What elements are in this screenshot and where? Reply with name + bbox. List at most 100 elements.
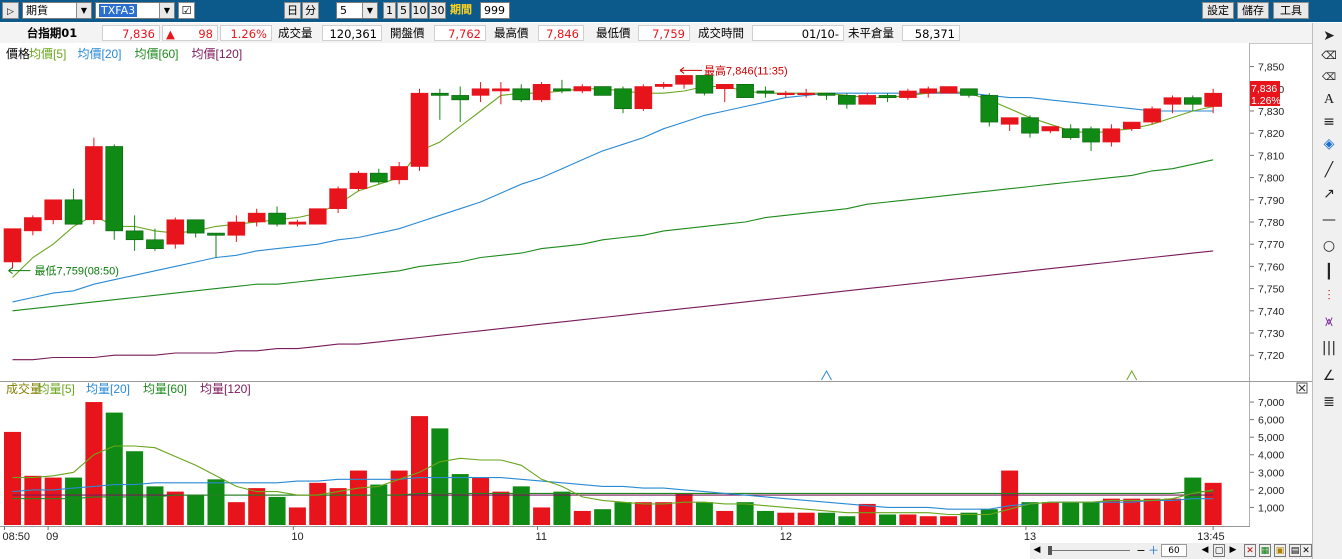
confirm-checkbox[interactable]: ☑ — [178, 2, 195, 19]
chevron-down-icon[interactable]: ▼ — [362, 3, 377, 18]
interval-select[interactable]: 5 ▼ — [336, 2, 378, 19]
last-page-icon[interactable]: ▶ — [1227, 544, 1239, 557]
volume-bar — [940, 516, 958, 525]
vertical-line-icon[interactable]: ┃ — [1317, 261, 1341, 283]
day-button[interactable]: 日 — [284, 2, 301, 19]
price-tick-label: 7,780 — [1258, 217, 1284, 229]
candle-body — [532, 84, 551, 101]
candle-body — [1102, 128, 1121, 143]
volume-bar — [655, 502, 673, 525]
close-volume-panel-button[interactable] — [1296, 382, 1308, 394]
minute-button[interactable]: 分 — [302, 2, 319, 19]
volume-legend-item: 均量[120] — [200, 382, 251, 396]
first-page-icon[interactable]: ◀ — [1199, 544, 1211, 557]
interval-30-button[interactable]: 30 — [429, 2, 446, 19]
price-tick-label: 7,730 — [1258, 328, 1284, 340]
cancel-icon[interactable]: ✕ — [1244, 544, 1256, 557]
zoom-in-icon[interactable]: ＋ — [1148, 544, 1159, 557]
market-select[interactable]: 期貨 ▼ — [22, 2, 92, 19]
pointer-icon[interactable]: ➤ — [1317, 25, 1341, 47]
volume-bar — [329, 488, 347, 525]
candle-body — [919, 88, 938, 94]
volume-bar — [268, 496, 286, 525]
lines-tool-icon[interactable]: ≡ — [1317, 111, 1341, 133]
gann-fan-icon[interactable]: ⩙ — [1317, 311, 1341, 333]
chart-canvas[interactable]: 7,720 7,730 7,740 7,750 7,760 7,770 7,780 7,790… — [0, 43, 1312, 559]
volume-tick-label: 5,000 — [1258, 432, 1284, 444]
save-image-icon[interactable]: ▣ — [1274, 544, 1286, 557]
angle-tool-icon[interactable]: ∠ — [1317, 365, 1341, 387]
candle-body — [1061, 128, 1080, 138]
time-tick-label: 13 — [1024, 531, 1036, 543]
time-value: 01/10-13:45:00 — [752, 25, 844, 57]
market-select-value: 期貨 — [26, 4, 48, 17]
scroll-slider[interactable] — [1048, 544, 1130, 557]
candle-body — [24, 217, 42, 232]
fullscreen-icon[interactable]: ✕ — [1300, 544, 1312, 557]
interval-10-button[interactable]: 10 — [411, 2, 428, 19]
volume-bar — [65, 477, 83, 525]
volume-bar — [126, 451, 144, 525]
price-tick-label: 7,820 — [1258, 128, 1284, 140]
volume-bar — [1041, 502, 1059, 525]
last-pct-tag-value: 1.26% — [1251, 95, 1281, 107]
save-button[interactable]: 儲存 — [1237, 2, 1269, 19]
period-input[interactable]: 999 — [480, 2, 510, 19]
drawing-toolbar: ➤ ⌫ ⌫ A ≡ ◈ ╱ ↗ — ○ ┃ ⫶ ⩙ ||| ∠ ≣ — [1312, 23, 1342, 559]
candle-body — [858, 95, 877, 105]
slider-handle[interactable] — [1048, 546, 1052, 555]
price-panel: 7,720 7,730 7,740 7,750 7,760 7,770 7,780 7,790… — [0, 43, 1284, 381]
more-tools-icon[interactable]: ≣ — [1317, 391, 1341, 413]
scroll-left-icon[interactable]: ◀ — [1032, 544, 1042, 557]
volume-bar — [818, 512, 835, 525]
interval-5-button[interactable]: 5 — [397, 2, 410, 19]
chevron-down-icon[interactable]: ▼ — [159, 3, 174, 18]
grid-toggle-icon[interactable]: ▦ — [1259, 544, 1271, 557]
arrow-line-icon[interactable]: ↗ — [1317, 183, 1341, 205]
candle-body — [939, 86, 958, 94]
volume-bar — [349, 470, 367, 525]
candle-body — [64, 199, 83, 225]
chart-navigation-bar: ◀ − ＋ 60 ◀ ▢ ▶ ✕ ▦ ▣ ▤ ✕ — [1030, 543, 1312, 559]
settings-button[interactable]: 設定 — [1202, 2, 1234, 19]
trendline-icon[interactable]: ╱ — [1317, 159, 1341, 181]
interval-1-button[interactable]: 1 — [383, 2, 396, 19]
circle-tool-icon[interactable]: ○ — [1317, 235, 1341, 257]
horizontal-line-icon[interactable]: — — [1317, 209, 1341, 231]
candle-body — [3, 228, 22, 263]
volume-bar — [248, 488, 266, 525]
volume-bar — [512, 486, 530, 525]
candle-body — [390, 166, 408, 181]
chevron-down-icon[interactable]: ▼ — [76, 3, 91, 18]
high-value: 7,846 — [538, 25, 584, 41]
open-interest-value: 58,371 — [902, 25, 960, 41]
price-tick-label: 7,740 — [1258, 306, 1284, 318]
parallel-lines-icon[interactable]: ||| — [1317, 337, 1341, 359]
pause-icon[interactable]: ▢ — [1213, 544, 1225, 557]
pattern-tool-icon[interactable]: ◈ — [1317, 133, 1341, 155]
volume-bar — [492, 491, 510, 525]
symbol-select[interactable]: TXFA3 ▼ — [95, 2, 175, 19]
tools-button[interactable]: 工具 — [1273, 2, 1309, 19]
eraser-icon[interactable]: ⌫ — [1317, 45, 1341, 67]
last-price: 7,836 — [102, 25, 160, 41]
text-tool-icon[interactable]: A — [1317, 89, 1341, 111]
candle-body — [573, 86, 592, 92]
fibonacci-icon[interactable]: ⫶ — [1317, 285, 1341, 307]
price-tick-label: 7,800 — [1258, 173, 1284, 185]
time-label: 成交時間 — [698, 26, 744, 40]
play-button[interactable]: ▷ — [2, 2, 19, 19]
candle-body — [960, 88, 978, 96]
zoom-value-input[interactable]: 60 — [1161, 544, 1187, 557]
candle-body — [878, 95, 897, 98]
candle-body — [1041, 126, 1060, 132]
candle-body — [349, 172, 368, 189]
volume-bar — [431, 428, 449, 525]
candle-body — [146, 239, 164, 249]
zoom-out-icon[interactable]: − — [1136, 544, 1146, 557]
volume-bar — [85, 402, 103, 525]
erase-all-icon[interactable]: ⌫ — [1317, 67, 1341, 89]
high-label: 最高價 — [494, 26, 529, 40]
candle-body — [85, 146, 103, 221]
time-tick-label: 12 — [780, 531, 792, 543]
